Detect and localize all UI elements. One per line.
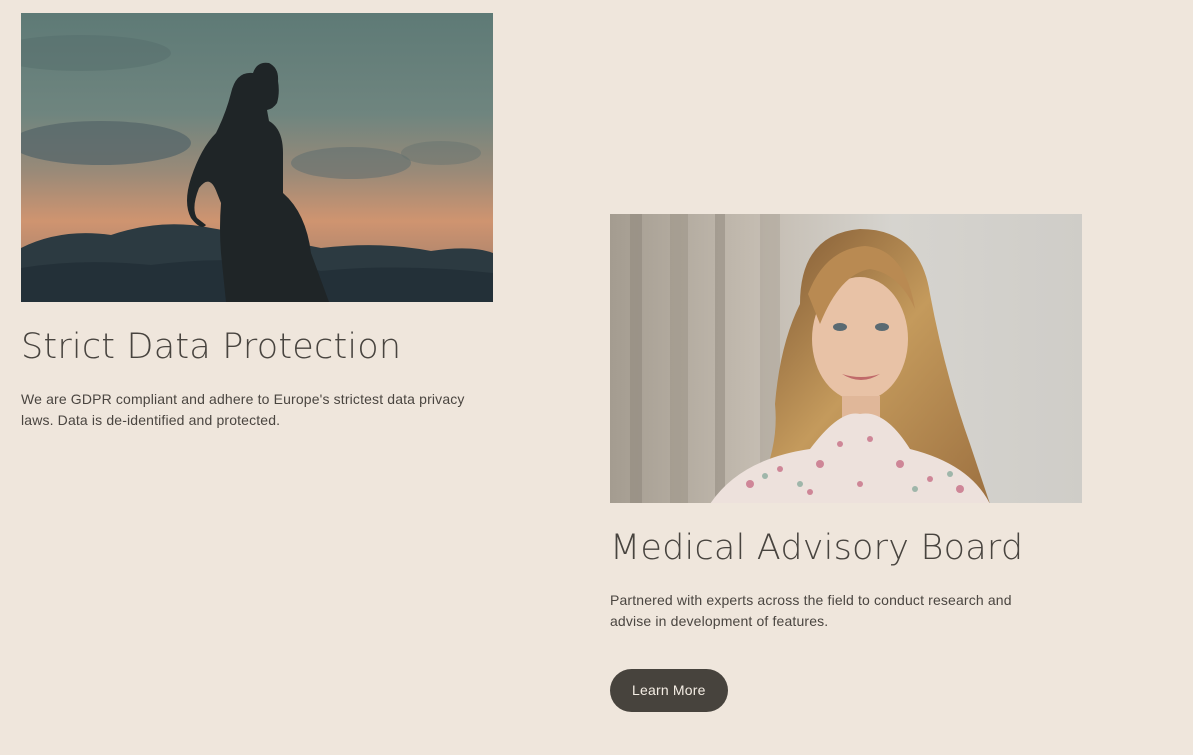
silhouette-sunset-photo (21, 13, 493, 302)
feature-title: Medical Advisory Board (610, 528, 1024, 568)
feature-description: Partnered with experts across the field … (610, 592, 1012, 629)
feature-description: We are GDPR compliant and adhere to Euro… (21, 391, 465, 428)
feature-title: Strict Data Protection (21, 327, 402, 367)
feature-card-data-protection: Strict Data Protection We are GDPR compl… (21, 13, 493, 431)
advisor-portrait-photo (610, 214, 1082, 503)
learn-more-button[interactable]: Learn More (610, 669, 728, 712)
page: Strict Data Protection We are GDPR compl… (0, 0, 1193, 755)
feature-card-advisory-board: Medical Advisory Board Partnered with ex… (610, 214, 1082, 712)
